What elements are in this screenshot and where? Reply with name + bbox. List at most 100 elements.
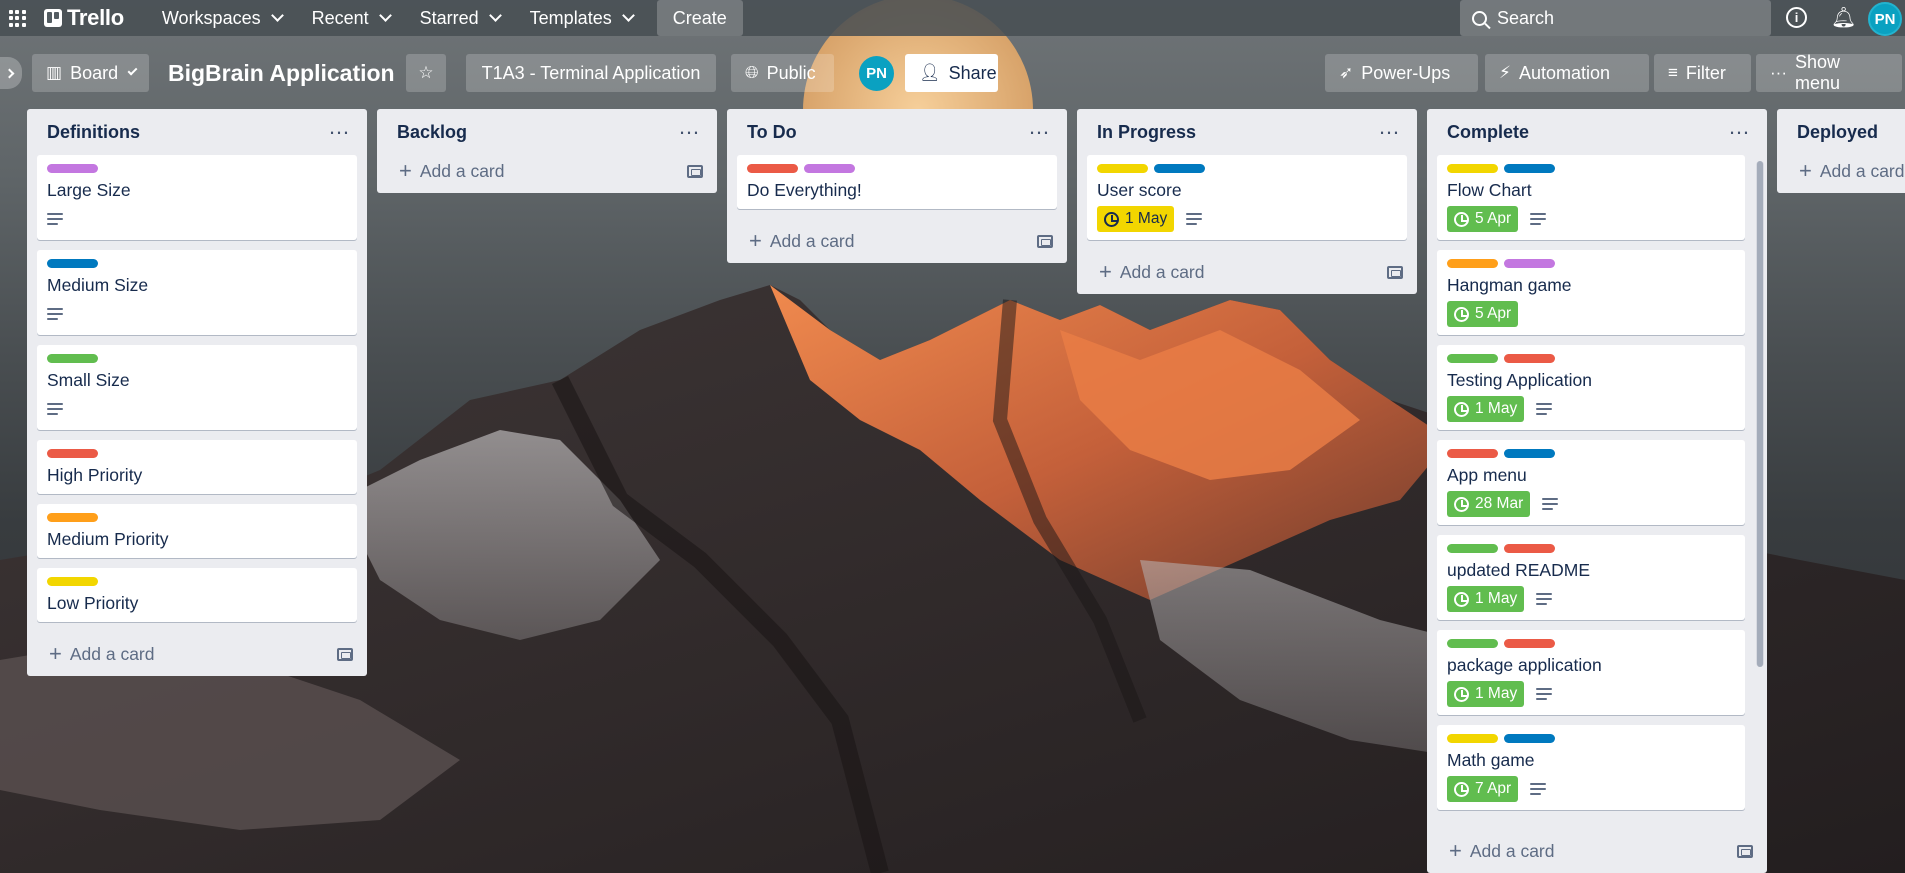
due-date-badge[interactable]: 1 May [1447,586,1525,612]
label-red[interactable] [1504,639,1555,648]
label-green[interactable] [47,354,98,363]
card[interactable]: Math game 7 Apr [1437,725,1745,810]
filter-button[interactable]: ≡ Filter [1654,54,1751,92]
show-menu-button[interactable]: ··· Show menu [1756,52,1902,93]
label-purple[interactable] [804,164,855,173]
card[interactable]: Medium Priority [37,504,357,558]
scrollbar-thumb[interactable] [1757,161,1763,667]
star-board-button[interactable]: ☆ [406,54,446,92]
card-template-icon[interactable] [1037,234,1053,248]
due-date-badge[interactable]: 1 May [1447,396,1525,422]
label-red[interactable] [47,449,98,458]
list-header: Complete … [1427,109,1767,155]
label-orange[interactable] [1447,259,1498,268]
app-switcher-button[interactable] [0,0,34,36]
visibility-button[interactable]: 🌐︎ Public [731,54,834,92]
power-ups-button[interactable]: ➶ Power-Ups [1325,54,1478,92]
add-card-button[interactable]: + Add a card [377,149,717,193]
card-template-icon[interactable] [687,164,703,178]
card[interactable]: Flow Chart 5 Apr [1437,155,1745,240]
automation-button[interactable]: ⚡︎ Automation [1485,54,1649,92]
board-view-label: Board [70,62,119,83]
add-card-button[interactable]: + Add a card [1427,829,1767,873]
card[interactable]: User score 1 May [1087,155,1407,240]
add-card-button[interactable]: + Add a card [27,632,367,676]
trello-home-link[interactable]: Trello [44,5,124,31]
list-title[interactable]: To Do [747,122,797,143]
sidebar-expand-button[interactable] [0,57,22,89]
list-title[interactable]: In Progress [1097,122,1196,143]
list-menu-icon[interactable]: … [1728,114,1751,140]
due-date-badge[interactable]: 7 Apr [1447,776,1519,802]
board-view-switcher[interactable]: ▥ Board [32,54,149,92]
label-green[interactable] [1447,354,1498,363]
workspaces-menu-button[interactable]: Workspaces [150,0,294,36]
card[interactable]: Hangman game 5 Apr [1437,250,1745,335]
label-blue[interactable] [47,259,98,268]
clock-icon [1454,781,1469,797]
label-purple[interactable] [1504,259,1555,268]
card[interactable]: Large Size [37,155,357,240]
account-avatar[interactable]: PN [1868,2,1902,36]
list-menu-icon[interactable]: … [678,114,701,140]
label-orange[interactable] [47,513,98,522]
label-yellow[interactable] [47,577,98,586]
card[interactable]: High Priority [37,440,357,494]
list-menu-icon[interactable]: … [1378,114,1401,140]
list-menu-icon[interactable]: … [1028,114,1051,140]
list-title[interactable]: Definitions [47,122,140,143]
member-avatar[interactable]: PN [859,56,894,91]
due-date-badge[interactable]: 28 Mar [1447,491,1531,517]
label-green[interactable] [1447,544,1498,553]
due-date-badge[interactable]: 5 Apr [1447,301,1519,327]
list-title[interactable]: Backlog [397,122,467,143]
description-icon [47,308,63,320]
card-title: Low Priority [47,593,139,613]
card[interactable]: App menu 28 Mar [1437,440,1745,525]
card[interactable]: Medium Size [37,250,357,335]
label-yellow[interactable] [1447,734,1498,743]
list-title[interactable]: Deployed [1797,122,1878,143]
search-input[interactable]: Search [1460,0,1771,36]
list-menu-icon[interactable]: … [328,114,351,140]
card-template-icon[interactable] [1387,265,1403,279]
create-button[interactable]: Create [656,0,743,36]
add-card-button[interactable]: + Add a card [1077,250,1417,294]
board-title[interactable]: BigBrain Application [168,60,395,87]
notifications-bell-icon[interactable]: 🔔︎ [1831,5,1856,30]
due-date-badge[interactable]: 1 May [1447,681,1525,707]
starred-menu-button[interactable]: Starred [408,0,512,36]
label-blue[interactable] [1504,164,1555,173]
card-template-icon[interactable] [1737,844,1753,858]
label-red[interactable] [1504,354,1555,363]
label-green[interactable] [1447,639,1498,648]
label-red[interactable] [1447,449,1498,458]
info-icon[interactable]: i [1786,7,1807,28]
card[interactable]: updated README 1 May [1437,535,1745,620]
card-badges: 1 May [1097,206,1397,232]
label-blue[interactable] [1154,164,1205,173]
workspace-button[interactable]: T1A3 - Terminal Application [466,54,716,92]
label-blue[interactable] [1504,449,1555,458]
add-card-button[interactable]: + Add a card [727,219,1067,263]
card[interactable]: Small Size [37,345,357,430]
list-title[interactable]: Complete [1447,122,1529,143]
due-date-badge[interactable]: 5 Apr [1447,206,1519,232]
label-yellow[interactable] [1447,164,1498,173]
label-red[interactable] [1504,544,1555,553]
share-button[interactable]: 👤︎ Share [905,54,998,92]
list-scrollbar[interactable] [1756,161,1764,667]
card[interactable]: Testing Application 1 May [1437,345,1745,430]
label-red[interactable] [747,164,798,173]
label-yellow[interactable] [1097,164,1148,173]
card-template-icon[interactable] [337,647,353,661]
add-card-button[interactable]: + Add a card [1777,149,1905,193]
label-purple[interactable] [47,164,98,173]
label-blue[interactable] [1504,734,1555,743]
card[interactable]: Low Priority [37,568,357,622]
templates-menu-button[interactable]: Templates [518,0,645,36]
recent-menu-button[interactable]: Recent [300,0,402,36]
due-date-badge[interactable]: 1 May [1097,206,1175,232]
card[interactable]: Do Everything! [737,155,1057,209]
card[interactable]: package application 1 May [1437,630,1745,715]
